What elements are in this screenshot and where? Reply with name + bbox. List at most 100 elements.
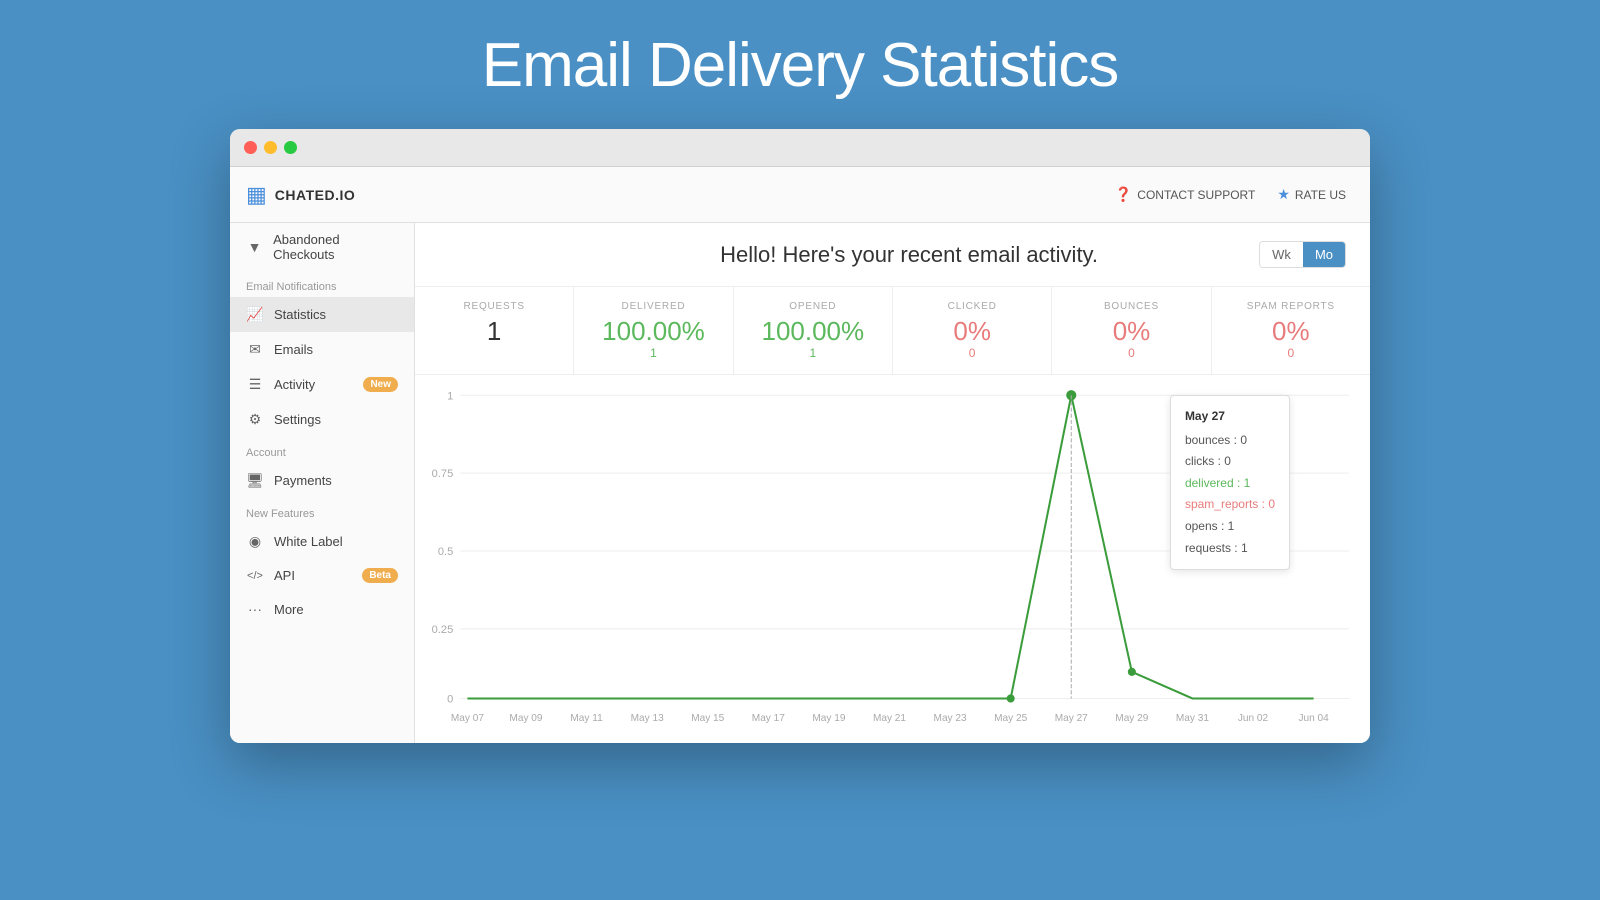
svg-text:May 19: May 19: [812, 713, 845, 724]
requests-value: 1: [431, 318, 557, 344]
sidebar-more-label: More: [274, 602, 304, 617]
requests-label: REQUESTS: [431, 301, 557, 312]
tooltip-clicks-val: 0: [1224, 454, 1231, 468]
gear-icon: ⚙: [246, 411, 264, 428]
minimize-button[interactable]: [264, 141, 277, 154]
delivered-label: DELIVERED: [590, 301, 716, 312]
clicked-value: 0%: [909, 318, 1035, 344]
email-icon: ✉: [246, 341, 264, 358]
opened-label: OPENED: [750, 301, 876, 312]
tooltip-opens: opens : 1: [1185, 516, 1275, 538]
stat-card-requests: REQUESTS 1: [415, 287, 574, 374]
sidebar-section-new-features: New Features: [230, 498, 414, 524]
titlebar: [230, 129, 1370, 167]
period-toggle: Wk Mo: [1259, 241, 1346, 268]
stats-row: REQUESTS 1 DELIVERED 100.00% 1 OPENED 10…: [415, 287, 1370, 375]
sidebar-item-activity[interactable]: ☰ Activity New: [230, 367, 414, 402]
stat-card-spam: SPAM REPORTS 0% 0: [1212, 287, 1370, 374]
chart-icon: 📈: [246, 306, 264, 323]
help-icon: ❓: [1115, 186, 1132, 203]
svg-text:0.25: 0.25: [432, 624, 454, 636]
sidebar-item-payments[interactable]: 🖥 Payments: [230, 463, 414, 498]
activity-new-badge: New: [363, 377, 398, 392]
tooltip-spam-val: 0: [1268, 497, 1275, 511]
svg-text:May 13: May 13: [631, 713, 664, 724]
svg-text:May 07: May 07: [451, 713, 484, 724]
svg-text:May 23: May 23: [934, 713, 967, 724]
sidebar: ▼ Abandoned Checkouts Email Notification…: [230, 223, 415, 743]
svg-text:May 21: May 21: [873, 713, 906, 724]
spam-label: SPAM REPORTS: [1228, 301, 1354, 312]
bounces-value: 0%: [1068, 318, 1194, 344]
rate-us-button[interactable]: ★ RATE US: [1269, 181, 1354, 208]
svg-text:May 17: May 17: [752, 713, 785, 724]
svg-text:May 15: May 15: [691, 713, 724, 724]
svg-text:May 09: May 09: [509, 713, 542, 724]
tooltip-bounces: bounces : 0: [1185, 430, 1275, 452]
top-bar-actions: ❓ CONTACT SUPPORT ★ RATE US: [1107, 181, 1354, 208]
tooltip-delivered-val: 1: [1244, 476, 1251, 490]
opened-value: 100.00%: [750, 318, 876, 344]
content-title: Hello! Here's your recent email activity…: [559, 242, 1259, 268]
page-title: Email Delivery Statistics: [482, 30, 1118, 101]
delivered-value: 100.00%: [590, 318, 716, 344]
sidebar-item-white-label[interactable]: ◉ White Label: [230, 524, 414, 559]
tooltip-clicks: clicks : 0: [1185, 451, 1275, 473]
sidebar-white-label-label: White Label: [274, 534, 343, 549]
svg-text:Jun 04: Jun 04: [1298, 713, 1329, 724]
main-content: Hello! Here's your recent email activity…: [415, 223, 1370, 743]
sidebar-item-more[interactable]: ··· More: [230, 592, 414, 626]
tooltip-bounces-val: 0: [1240, 433, 1247, 447]
bounces-label: BOUNCES: [1068, 301, 1194, 312]
close-button[interactable]: [244, 141, 257, 154]
opened-sub: 1: [750, 346, 876, 360]
spam-value: 0%: [1228, 318, 1354, 344]
svg-text:May 25: May 25: [994, 713, 1027, 724]
logo-icon: ▦: [246, 182, 267, 208]
content-header: Hello! Here's your recent email activity…: [415, 223, 1370, 287]
sidebar-payments-label: Payments: [274, 473, 332, 488]
stat-card-bounces: BOUNCES 0% 0: [1052, 287, 1211, 374]
sidebar-statistics-label: Statistics: [274, 307, 326, 322]
tooltip-spam: spam_reports : 0: [1185, 494, 1275, 516]
sidebar-item-api[interactable]: </> API Beta: [230, 559, 414, 592]
svg-text:1: 1: [447, 390, 453, 402]
svg-text:May 27: May 27: [1055, 713, 1088, 724]
stat-card-opened: OPENED 100.00% 1: [734, 287, 893, 374]
sidebar-item-label: Abandoned Checkouts: [273, 232, 398, 262]
contact-support-button[interactable]: ❓ CONTACT SUPPORT: [1107, 181, 1263, 208]
app-layout: ▼ Abandoned Checkouts Email Notification…: [230, 223, 1370, 743]
svg-text:May 29: May 29: [1115, 713, 1148, 724]
sidebar-item-abandoned-checkouts[interactable]: ▼ Abandoned Checkouts: [230, 223, 414, 271]
sidebar-item-settings[interactable]: ⚙ Settings: [230, 402, 414, 437]
svg-text:0.75: 0.75: [432, 468, 454, 480]
logo: ▦ CHATED.IO: [246, 182, 355, 208]
clicked-label: CLICKED: [909, 301, 1035, 312]
delivered-sub: 1: [590, 346, 716, 360]
stat-card-clicked: CLICKED 0% 0: [893, 287, 1052, 374]
rate-us-label: RATE US: [1295, 188, 1346, 202]
period-month-button[interactable]: Mo: [1303, 242, 1345, 267]
tooltip-opens-val: 1: [1228, 519, 1235, 533]
traffic-lights: [244, 141, 297, 154]
stat-card-delivered: DELIVERED 100.00% 1: [574, 287, 733, 374]
sidebar-emails-label: Emails: [274, 342, 313, 357]
tooltip-date: May 27: [1185, 406, 1275, 428]
logo-text: CHATED.IO: [275, 187, 355, 203]
tooltip-delivered: delivered : 1: [1185, 473, 1275, 495]
svg-text:Jun 02: Jun 02: [1238, 713, 1269, 724]
chart-tooltip: May 27 bounces : 0 clicks : 0 delivered …: [1170, 395, 1290, 570]
tooltip-requests-val: 1: [1241, 541, 1248, 555]
bounces-sub: 0: [1068, 346, 1194, 360]
period-week-button[interactable]: Wk: [1260, 242, 1303, 267]
payments-icon: 🖥: [246, 472, 264, 489]
sidebar-item-statistics[interactable]: 📈 Statistics: [230, 297, 414, 332]
tooltip-requests: requests : 1: [1185, 538, 1275, 560]
svg-text:May 31: May 31: [1176, 713, 1209, 724]
maximize-button[interactable]: [284, 141, 297, 154]
svg-text:0: 0: [447, 694, 453, 706]
chart-area: 1 0.75 0.5 0.25 0 May 07 May 09 May 11: [415, 375, 1370, 743]
app-window: ▦ CHATED.IO ❓ CONTACT SUPPORT ★ RATE US …: [230, 129, 1370, 743]
sidebar-item-emails[interactable]: ✉ Emails: [230, 332, 414, 367]
code-icon: </>: [246, 570, 264, 582]
